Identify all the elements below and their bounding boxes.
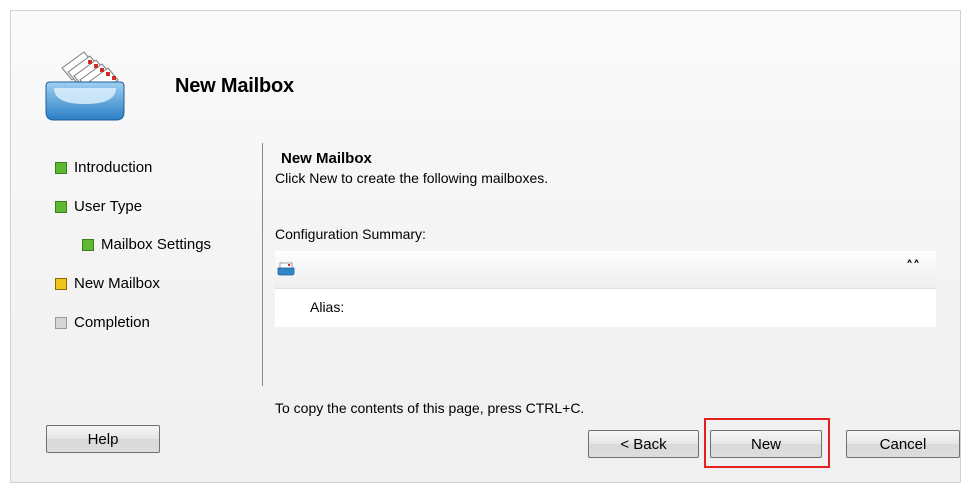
step-label: User Type <box>74 198 143 215</box>
step-label: New Mailbox <box>74 275 160 292</box>
step-completed-icon <box>55 161 67 174</box>
step-completion: Completion <box>55 314 150 331</box>
mailbox-icon <box>45 51 125 121</box>
back-button[interactable]: < Back <box>588 430 699 458</box>
new-button[interactable]: New <box>710 430 822 458</box>
step-label: Introduction <box>74 159 153 176</box>
step-mailbox-settings: Mailbox Settings <box>82 236 211 253</box>
step-label: Completion <box>74 314 150 331</box>
cancel-button[interactable]: Cancel <box>846 430 960 458</box>
help-button[interactable]: Help <box>46 425 160 453</box>
step-completed-icon <box>82 238 94 251</box>
step-new-mailbox: New Mailbox <box>55 275 160 292</box>
wizard-title: New Mailbox <box>175 75 294 97</box>
mailbox-small-icon <box>277 262 295 276</box>
page-description: Click New to create the following mailbo… <box>275 170 549 186</box>
step-user-type: User Type <box>55 198 142 215</box>
step-completed-icon <box>55 200 67 213</box>
configuration-summary-panel: ˄˄ Alias: <box>275 251 936 327</box>
step-pending-icon <box>55 316 67 329</box>
step-current-icon <box>55 277 67 290</box>
summary-item-header[interactable]: ˄˄ <box>275 251 936 289</box>
copy-hint-text: To copy the contents of this page, press… <box>275 400 585 416</box>
page-title: New Mailbox <box>281 150 372 167</box>
step-introduction: Introduction <box>55 159 152 176</box>
step-label: Mailbox Settings <box>101 236 212 253</box>
alias-label: Alias: <box>310 299 345 315</box>
double-chevron-up-icon[interactable]: ˄˄ <box>906 260 920 274</box>
configuration-summary-label: Configuration Summary: <box>275 226 426 242</box>
steps-divider <box>262 143 263 386</box>
